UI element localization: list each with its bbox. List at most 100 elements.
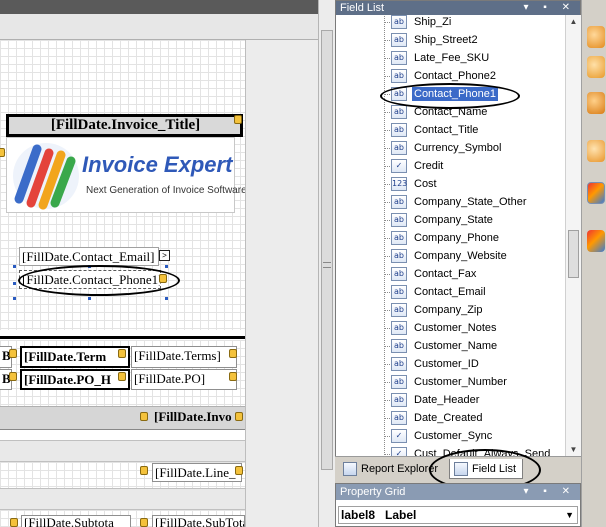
field-tree[interactable]: ab Ship_Zi ab Ship_Street2 ab Late_Fee_SKU ab C… xyxy=(336,7,566,457)
tab-field-list-label: Field List xyxy=(472,463,517,475)
subtotal-left-smart-tag[interactable] xyxy=(10,518,18,527)
field-list-item[interactable]: ✓ Credit xyxy=(336,157,566,175)
logo-swirl-icon xyxy=(13,143,79,210)
tree-connector xyxy=(384,454,390,455)
field-list-item[interactable]: ab Company_Phone xyxy=(336,229,566,247)
terms-header-label[interactable]: [FillDate.Term xyxy=(20,346,130,368)
company-logo: Invoice Expert Next Generation of Invoic… xyxy=(6,137,247,213)
text-field-icon: ab xyxy=(391,15,407,29)
contact-phone1-label[interactable]: [FillDate.Contact_Phone1] xyxy=(19,270,161,289)
line-smart-tag[interactable] xyxy=(140,466,148,475)
page-header-band-bar[interactable] xyxy=(0,14,318,40)
text-field-icon: ab xyxy=(391,195,407,209)
text-field-icon: ab xyxy=(391,321,407,335)
report-designer-surface[interactable]: [FillDate.Invoice_Title] Invoice Expert … xyxy=(0,0,318,527)
field-list-item[interactable]: ab Late_Fee_SKU xyxy=(336,49,566,67)
field-list-item[interactable]: ab Company_State xyxy=(336,211,566,229)
field-list-item[interactable]: ab Date_Created xyxy=(336,409,566,427)
tree-connector xyxy=(384,346,390,347)
selection-handle[interactable] xyxy=(165,265,168,268)
field-list-item[interactable]: ab Contact_Phone2 xyxy=(336,67,566,85)
field-list-item[interactable]: ✓ Customer_Sync xyxy=(336,427,566,445)
text-field-icon: ab xyxy=(391,411,407,425)
field-list-scrollbar[interactable]: ▲ ▼ xyxy=(565,15,581,457)
invoice-band-label[interactable]: [FillDate.Invo xyxy=(152,408,245,426)
field-list-item-label: Credit xyxy=(414,160,444,172)
field-list-item[interactable]: ab Contact_Email xyxy=(336,283,566,301)
field-list-item[interactable]: ab Company_Zip xyxy=(336,301,566,319)
invoice-band-smart-tag[interactable] xyxy=(140,412,148,421)
designer-scroll-thumb[interactable] xyxy=(321,30,333,470)
field-list-item-label: Contact_Phone2 xyxy=(414,70,496,82)
text-field-icon: ab xyxy=(391,87,407,101)
po-value-label[interactable]: [FillDate.PO] xyxy=(131,369,237,390)
field-list-item[interactable]: ab Contact_Phone1 xyxy=(336,85,566,103)
toolbox-item-icon[interactable] xyxy=(587,140,605,162)
footer-band-bar[interactable] xyxy=(0,488,245,510)
terms-value-label[interactable]: [FillDate.Terms] xyxy=(131,346,237,368)
field-list-item-label: Customer_ID xyxy=(414,358,479,370)
tab-report-explorer[interactable]: Report Explorer xyxy=(339,459,443,479)
field-list-item[interactable]: ab Currency_Symbol xyxy=(336,139,566,157)
field-list-item-label: Contact_Name xyxy=(414,106,488,118)
field-list-item[interactable]: ab Ship_Street2 xyxy=(336,31,566,49)
contact-email-label[interactable]: [FillDate.Contact_Email] xyxy=(19,247,159,266)
selection-handle[interactable] xyxy=(13,265,16,268)
panel-window-buttons[interactable]: ▾ ▪ ✕ xyxy=(524,484,577,500)
po-value-smart-tag[interactable] xyxy=(229,372,237,381)
toolbox-item-icon[interactable] xyxy=(587,230,605,252)
field-list-item[interactable]: ab Ship_Zi xyxy=(336,13,566,31)
toolbox-item-icon[interactable] xyxy=(587,26,605,48)
contact-phone-smart-tag[interactable] xyxy=(159,274,167,283)
smart-tag-arrow-icon[interactable]: > xyxy=(159,250,170,261)
field-list-item[interactable]: ab Customer_Number xyxy=(336,373,566,391)
line-item-label[interactable]: [FillDate.Line_ xyxy=(152,463,242,482)
field-list-item-label: Late_Fee_SKU xyxy=(414,52,490,64)
toolbox-item-icon[interactable] xyxy=(587,182,605,204)
tab-field-list[interactable]: Field List xyxy=(449,459,523,479)
field-list-item[interactable]: ab Contact_Name xyxy=(336,103,566,121)
scroll-down-arrow-icon[interactable]: ▼ xyxy=(566,443,581,457)
field-list-item[interactable]: ab Customer_ID xyxy=(336,355,566,373)
selection-handle[interactable] xyxy=(13,282,16,285)
invoice-title-label[interactable]: [FillDate.Invoice_Title] xyxy=(6,114,243,137)
field-list-item[interactable]: ab Company_Website xyxy=(336,247,566,265)
selection-handle[interactable] xyxy=(13,297,16,300)
invoice-title-smart-tag[interactable] xyxy=(234,115,242,124)
po-smart-tag[interactable] xyxy=(118,372,126,381)
terms-value-smart-tag[interactable] xyxy=(229,349,237,358)
tree-connector xyxy=(384,148,390,149)
panel-window-buttons[interactable]: ▾ ▪ ✕ xyxy=(524,1,577,15)
field-list-item[interactable]: ab Contact_Fax xyxy=(336,265,566,283)
po-header-label[interactable]: [FillDate.PO_H xyxy=(20,369,130,390)
toolbox-item-icon[interactable] xyxy=(587,56,605,78)
subtotal-right-smart-tag[interactable] xyxy=(140,518,148,527)
tree-connector xyxy=(384,418,390,419)
selection-handle[interactable] xyxy=(165,297,168,300)
designer-vertical-scrollbar[interactable] xyxy=(318,0,335,527)
field-list-item[interactable]: ab Customer_Notes xyxy=(336,319,566,337)
selection-handle[interactable] xyxy=(88,265,91,268)
field-list-item[interactable]: ab Company_State_Other xyxy=(336,193,566,211)
property-grid-panel: Property Grid ▾ ▪ ✕ label8 Label ▼ xyxy=(335,483,581,527)
field-list-item[interactable]: ab Customer_Name xyxy=(336,337,566,355)
splitter-grip[interactable] xyxy=(323,262,331,268)
chevron-down-icon[interactable]: ▼ xyxy=(565,507,574,523)
object-selector-dropdown[interactable]: label8 Label ▼ xyxy=(338,506,578,524)
terms-smart-tag[interactable] xyxy=(118,349,126,358)
tree-connector xyxy=(384,274,390,275)
toolbox-item-icon[interactable] xyxy=(587,92,605,114)
checkbox-field-icon: ✓ xyxy=(391,429,407,443)
tree-connector xyxy=(384,40,390,41)
row2-prefix-smart-tag[interactable] xyxy=(9,372,17,381)
field-list-scroll-thumb[interactable] xyxy=(568,230,579,278)
subtotal-left-label[interactable]: [FillDate.Subtota xyxy=(21,515,131,527)
subtotal-right-label[interactable]: [FillDate.SubTota xyxy=(152,515,245,527)
field-list-item[interactable]: ab Date_Header xyxy=(336,391,566,409)
scroll-up-arrow-icon[interactable]: ▲ xyxy=(566,15,581,29)
selection-handle[interactable] xyxy=(88,297,91,300)
field-list-item[interactable]: ab Contact_Title xyxy=(336,121,566,139)
group-band-bar[interactable] xyxy=(0,440,245,462)
row1-prefix-smart-tag[interactable] xyxy=(9,349,17,358)
field-list-item[interactable]: 123 Cost xyxy=(336,175,566,193)
